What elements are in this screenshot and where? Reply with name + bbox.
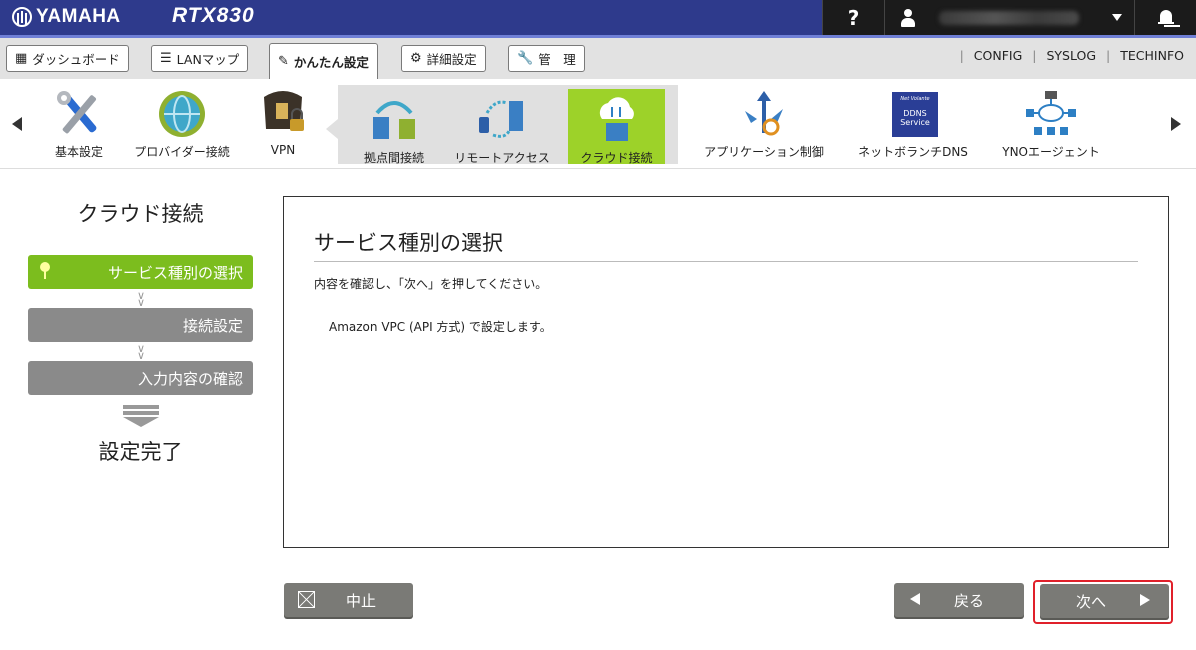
tab-label: 詳細設定 xyxy=(426,52,477,67)
vpn-lock-icon xyxy=(256,89,310,139)
user-icon xyxy=(901,8,915,27)
tab-label: LANマップ xyxy=(176,52,240,67)
separator: | xyxy=(959,48,964,63)
back-button[interactable]: 戻る xyxy=(894,583,1024,617)
menu-label: VPN xyxy=(270,143,296,157)
wizard-title: クラウド接続 xyxy=(77,202,204,226)
page-title: サービス種別の選択 xyxy=(314,231,503,255)
menu-label: ネットボランチDNS xyxy=(858,145,968,159)
globe-icon xyxy=(155,89,209,139)
scroll-left-arrow-icon[interactable] xyxy=(12,117,22,131)
wizard-icon: ✎ xyxy=(278,54,289,69)
content-panel: サービス種別の選択 内容を確認し、「次へ」を押してください。 Amazon VP… xyxy=(283,196,1169,548)
button-label: 次へ xyxy=(1076,592,1107,611)
separator: | xyxy=(1106,48,1111,63)
menu-yno-agent[interactable]: YNOエージェント xyxy=(996,89,1106,160)
chevron-down-icon: ∨ ∨ xyxy=(136,342,146,362)
wrench-icon: 🔧 xyxy=(517,51,534,66)
close-box-icon xyxy=(298,591,315,608)
remote-access-icon xyxy=(475,95,529,145)
notification-button[interactable] xyxy=(1134,0,1196,35)
help-button[interactable]: ? xyxy=(822,0,884,35)
app-control-icon xyxy=(737,89,791,139)
current-step-pin-icon xyxy=(40,262,50,279)
menu-label: アプリケーション制御 xyxy=(704,145,824,159)
menu-label: 拠点間接続 xyxy=(363,151,424,165)
yamaha-logo: YAMAHA xyxy=(12,6,121,28)
menu-netvolante-dns[interactable]: Net Volante DDNS Service ネットボランチDNS xyxy=(852,89,974,160)
menu-site-to-site[interactable]: 拠点間接続 xyxy=(358,95,430,166)
tab-advanced-settings[interactable]: ⚙ 詳細設定 xyxy=(401,45,486,72)
tab-label: 管 理 xyxy=(538,52,576,67)
main-tab-bar: ▦ ダッシュボード ☰ LANマップ ✎ かんたん設定 ⚙ 詳細設定 🔧 管 理 | CO… xyxy=(0,38,1196,79)
tab-management[interactable]: 🔧 管 理 xyxy=(508,45,585,72)
tab-label: かんたん設定 xyxy=(293,55,369,70)
model-name: RTX830 xyxy=(172,4,255,27)
tab-label: ダッシュボード xyxy=(32,52,120,67)
yno-network-icon xyxy=(1024,89,1078,139)
top-links: | CONFIG | SYSLOG | TECHINFO xyxy=(950,48,1184,63)
menu-label: クラウド接続 xyxy=(580,151,653,165)
cancel-button[interactable]: 中止 xyxy=(284,583,413,617)
gear-icon: ⚙ xyxy=(410,51,422,66)
caret-down-icon xyxy=(1112,14,1122,21)
user-menu[interactable] xyxy=(884,0,1134,35)
tab-lan-map[interactable]: ☰ LANマップ xyxy=(151,45,249,72)
scroll-right-arrow-icon[interactable] xyxy=(1171,117,1181,131)
arrow-down-icon xyxy=(123,405,159,427)
service-message: Amazon VPC (API 方式) で設定します。 xyxy=(329,320,552,334)
bell-icon xyxy=(1157,9,1174,27)
arrow-left-icon xyxy=(910,593,920,605)
menu-label: プロバイダー接続 xyxy=(134,145,230,159)
step-confirm-input: 入力内容の確認 xyxy=(28,361,253,395)
menu-provider-connection[interactable]: プロバイダー接続 xyxy=(128,89,236,160)
wizard-done-label: 設定完了 xyxy=(98,440,183,464)
menu-label: 基本設定 xyxy=(54,145,103,159)
techinfo-link[interactable]: TECHINFO xyxy=(1120,48,1184,63)
ddns-icon-text: Service xyxy=(900,118,930,127)
site-to-site-icon xyxy=(367,95,421,145)
step-service-type: サービス種別の選択 xyxy=(28,255,253,289)
tools-icon xyxy=(52,89,106,139)
feature-icon-menu: 基本設定 プロバイダー接続 VPN 拠点間接続 リモートアクセス クラウド接続 … xyxy=(0,79,1196,169)
button-label: 戻る xyxy=(954,591,985,610)
menu-label: リモートアクセス xyxy=(454,151,550,165)
menu-label: YNOエージェント xyxy=(1002,145,1100,159)
syslog-link[interactable]: SYSLOG xyxy=(1046,48,1096,63)
step-label: サービス種別の選択 xyxy=(107,263,243,282)
tab-easy-setup[interactable]: ✎ かんたん設定 xyxy=(269,43,378,79)
step-label: 入力内容の確認 xyxy=(137,369,243,388)
chevron-down-icon: ∨ ∨ xyxy=(136,289,146,309)
user-name-blurred xyxy=(939,10,1079,25)
cloud-icon xyxy=(590,95,644,145)
lan-map-icon: ☰ xyxy=(160,51,172,66)
submenu-pointer xyxy=(326,119,338,139)
ddns-icon-text: Net Volante xyxy=(900,96,930,102)
button-label: 中止 xyxy=(346,591,377,610)
step-label: 接続設定 xyxy=(182,316,243,335)
ddns-icon-text: DDNS xyxy=(903,109,927,118)
ddns-icon: Net Volante DDNS Service xyxy=(886,89,940,139)
menu-cloud-connection[interactable]: クラウド接続 xyxy=(568,89,665,165)
menu-application-control[interactable]: アプリケーション制御 xyxy=(698,89,830,160)
menu-basic-settings[interactable]: 基本設定 xyxy=(46,89,112,160)
menu-remote-access[interactable]: リモートアクセス xyxy=(448,95,556,166)
title-divider xyxy=(314,261,1138,262)
separator: | xyxy=(1032,48,1037,63)
arrow-right-icon xyxy=(1140,594,1150,606)
yamaha-emblem-icon xyxy=(12,7,32,27)
config-link[interactable]: CONFIG xyxy=(974,48,1022,63)
next-button[interactable]: 次へ xyxy=(1040,584,1169,618)
step-connection-settings: 接続設定 xyxy=(28,308,253,342)
menu-vpn[interactable]: VPN xyxy=(254,89,312,157)
instruction-text: 内容を確認し、「次へ」を押してください。 xyxy=(314,277,548,291)
tab-dashboard[interactable]: ▦ ダッシュボード xyxy=(6,45,129,72)
logo-text: YAMAHA xyxy=(36,6,121,27)
dashboard-icon: ▦ xyxy=(15,51,28,66)
